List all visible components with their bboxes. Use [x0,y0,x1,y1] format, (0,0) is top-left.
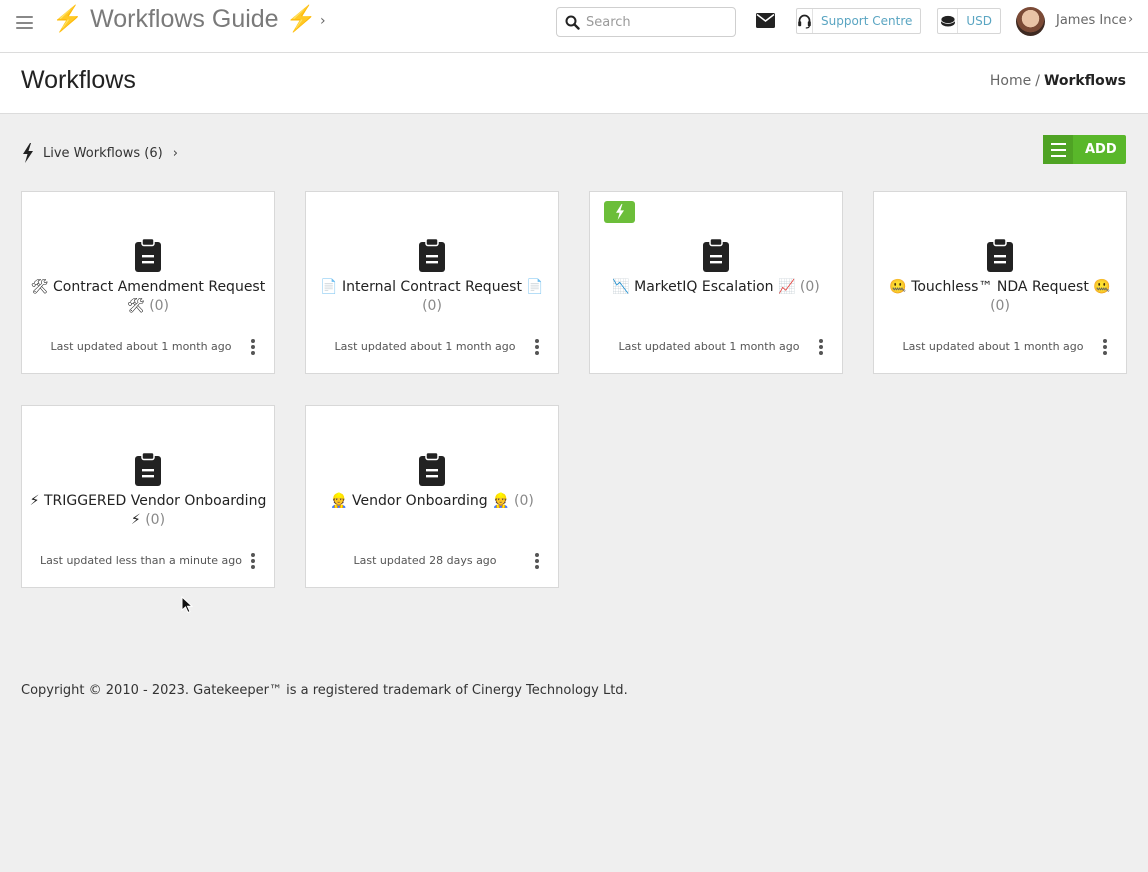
workflow-card-title: 🤐 Touchless™ NDA Request 🤐 (0) [880,278,1120,316]
bolt-badge-icon [604,201,635,223]
workflow-emoji-suffix: 📄 [526,279,544,295]
chevron-right-icon: › [172,145,178,161]
hamburger-icon[interactable] [16,16,33,29]
clipboard-icon [135,452,161,486]
workflow-emoji-prefix: 📉 [612,279,630,295]
breadcrumb-separator: / [1035,73,1040,89]
workflow-card-title: 📄 Internal Contract Request 📄 (0) [312,278,552,316]
add-button[interactable]: ADD [1043,135,1126,164]
last-updated-text: Last updated about 1 month ago [334,340,516,353]
top-navbar: ⚡ Workflows Guide ⚡ › Support Centre [0,0,1148,53]
workflow-count: (0) [799,279,820,295]
mouse-cursor-icon [181,596,193,614]
page-title: Workflows [21,66,136,94]
workflow-card[interactable]: 📉 MarketIQ Escalation 📈 (0) Last updated … [589,191,843,374]
workflow-card-title: ⚡ TRIGGERED Vendor Onboarding ⚡ (0) [28,492,268,530]
search-icon [565,15,580,30]
kebab-menu-icon[interactable] [1102,339,1108,355]
workflow-card-title: 🛠 Contract Amendment Request 🛠 (0) [28,278,268,316]
workflow-name: Internal Contract Request [342,279,522,295]
hamburger-icon [1043,135,1073,164]
last-updated-text: Last updated about 1 month ago [618,340,800,353]
workflow-card[interactable]: ⚡ TRIGGERED Vendor Onboarding ⚡ (0) Last … [21,405,275,588]
breadcrumb: Home / Workflows [990,73,1126,89]
workflow-card[interactable]: 📄 Internal Contract Request 📄 (0) Last up… [305,191,559,374]
avatar[interactable] [1016,7,1045,36]
chevron-right-icon[interactable]: › [320,13,326,29]
kebab-menu-icon[interactable] [250,553,256,569]
bolt-icon: ⚡ [52,5,84,33]
workflow-emoji-prefix: ⚡ [29,493,40,509]
workflow-name: TRIGGERED Vendor Onboarding [43,493,267,509]
workflow-emoji-prefix: 📄 [320,279,338,295]
footer-copyright: Copyright © 2010 - 2023. Gatekeeper™ is … [21,683,628,698]
kebab-menu-icon[interactable] [534,339,540,355]
envelope-icon[interactable] [756,13,775,28]
user-name[interactable]: James Ince [1056,13,1127,28]
page-header: Workflows Home / Workflows [0,53,1148,114]
currency-selector[interactable]: USD [937,8,1001,34]
breadcrumb-current: Workflows [1043,73,1126,89]
workflow-card[interactable]: 🤐 Touchless™ NDA Request 🤐 (0) Last updat… [873,191,1127,374]
workflow-emoji-prefix: 👷 [330,493,348,509]
clipboard-icon [419,238,445,272]
coins-icon [940,15,956,27]
search-input[interactable] [586,12,731,32]
bolt-icon [23,143,33,163]
workflow-card-title: 👷 Vendor Onboarding 👷 (0) [312,492,552,511]
clipboard-icon [419,452,445,486]
workflow-emoji-prefix: 🛠 [30,279,49,295]
workflow-card[interactable]: 🛠 Contract Amendment Request 🛠 (0) Last u… [21,191,275,374]
last-updated-text: Last updated about 1 month ago [902,340,1084,353]
workflow-count: (0) [514,493,534,509]
chevron-right-icon[interactable]: › [1128,12,1133,27]
clipboard-icon [987,238,1013,272]
live-workflows-toggle[interactable]: Live Workflows (6) › [21,140,178,166]
last-updated-text: Last updated about 1 month ago [50,340,232,353]
workflow-count: (0) [990,298,1010,314]
app-title-text: Workflows Guide [90,5,279,33]
workflow-emoji-suffix: ⚡ [130,512,141,528]
clipboard-icon [135,238,161,272]
workflow-emoji-suffix: 🛠 [126,298,145,314]
workflow-count: (0) [149,298,170,314]
last-updated-text: Last updated 28 days ago [353,554,497,567]
workflow-card-title: 📉 MarketIQ Escalation 📈 (0) [596,278,836,297]
support-centre-button[interactable]: Support Centre [796,8,921,34]
bolt-icon: ⚡ [285,5,317,33]
headset-icon [798,14,811,29]
add-button-label: ADD [1085,142,1117,157]
app-title[interactable]: ⚡ Workflows Guide ⚡ [52,5,317,34]
workflow-card[interactable]: 👷 Vendor Onboarding 👷 (0) Last updated 28… [305,405,559,588]
kebab-menu-icon[interactable] [250,339,256,355]
workflow-emoji-suffix: 🤐 [1093,279,1111,295]
live-workflows-label: Live Workflows (6) [43,145,163,161]
workflow-name: Vendor Onboarding [352,493,488,509]
workflow-emoji-suffix: 📈 [778,279,796,295]
workflow-name: Contract Amendment Request [53,279,266,295]
workflow-name: MarketIQ Escalation [634,279,774,295]
currency-label: USD [966,14,992,28]
clipboard-icon [703,238,729,272]
kebab-menu-icon[interactable] [534,553,540,569]
breadcrumb-home[interactable]: Home [990,73,1031,89]
last-updated-text: Last updated less than a minute ago [40,554,242,567]
workflow-count: (0) [422,298,442,314]
workflow-name: Touchless™ NDA Request [911,279,1089,295]
workflow-emoji-prefix: 🤐 [889,279,907,295]
kebab-menu-icon[interactable] [818,339,824,355]
search-box[interactable] [556,7,736,37]
workflow-count: (0) [145,512,166,528]
workflow-emoji-suffix: 👷 [492,493,510,509]
support-centre-label: Support Centre [821,14,913,28]
